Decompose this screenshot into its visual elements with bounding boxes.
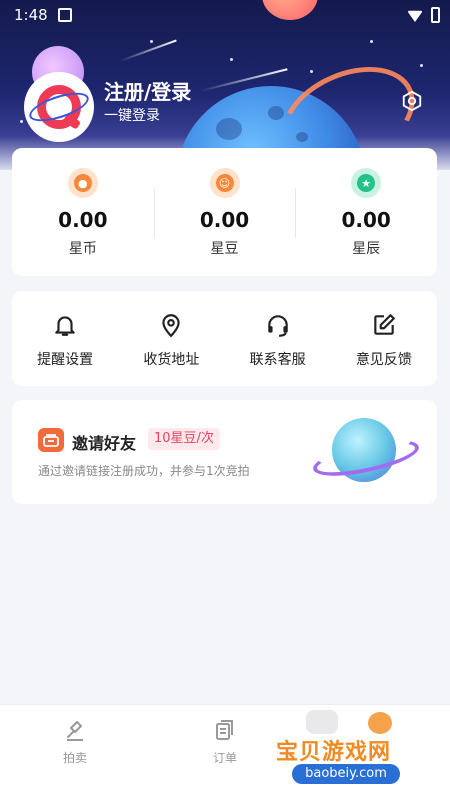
wallet-item-star-coin[interactable]: ● 0.00 星币 (12, 148, 154, 276)
edit-icon (370, 311, 398, 339)
star-decoration (230, 58, 233, 61)
nav-label: 订单 (212, 751, 237, 765)
star-decoration (150, 40, 153, 43)
nav-label: 拍卖 (62, 751, 87, 765)
battery-icon (431, 7, 440, 23)
status-time: 1:48 (14, 6, 48, 24)
bell-icon (51, 311, 79, 339)
wallet-label: 星辰 (352, 241, 381, 257)
wallet-card: ● 0.00 星币 ☺ 0.00 星豆 ★ 0.00 星辰 (12, 148, 437, 276)
nav-tab-auction[interactable]: 拍卖 (0, 705, 150, 800)
invite-description: 通过邀请链接注册成功，并参与1次竞拍 (38, 464, 250, 478)
wallet-label: 星币 (68, 241, 97, 257)
orders-icon (212, 717, 238, 743)
star-decoration (420, 64, 423, 67)
quick-menu-card: 提醒设置 收货地址 联系客服 意见反馈 (12, 291, 437, 386)
location-pin-icon (157, 311, 185, 339)
wifi-icon (407, 10, 423, 22)
status-icons (407, 7, 440, 23)
star-coin-icon: ● (67, 168, 98, 198)
wallet-item-star-dust[interactable]: ★ 0.00 星辰 (295, 148, 437, 276)
wallet-value: 0.00 (58, 208, 108, 232)
invite-reward-badge: 10星豆/次 (148, 428, 220, 450)
menu-item-feedback[interactable]: 意见反馈 (331, 291, 437, 386)
gamepad-icon (306, 710, 338, 734)
menu-item-shipping-address[interactable]: 收货地址 (118, 291, 224, 386)
watermark-url: baobeiy.com (292, 764, 400, 784)
menu-label: 意见反馈 (355, 352, 412, 368)
menu-label: 提醒设置 (37, 352, 94, 368)
invite-friends-card[interactable]: 邀请好友 10星豆/次 通过邀请链接注册成功，并参与1次竞拍 (12, 400, 437, 504)
site-watermark: 宝贝游戏网 baobeiy.com (272, 708, 442, 794)
wallet-value: 0.00 (341, 208, 391, 232)
wallet-label: 星豆 (210, 241, 239, 257)
status-bar: 1:48 (0, 0, 450, 32)
watermark-text: 宝贝游戏网 (276, 740, 392, 765)
menu-label: 联系客服 (249, 352, 306, 368)
one-click-login-link[interactable]: 一键登录 (104, 105, 160, 125)
wallet-value: 0.00 (199, 208, 250, 232)
profile-header: 1:48 注册/登录 一键登录 (0, 0, 450, 170)
star-decoration (20, 120, 23, 123)
wallet-item-star-bean[interactable]: ☺ 0.00 星豆 (153, 148, 296, 276)
login-register-link[interactable]: 注册/登录 (104, 76, 191, 105)
star-decoration (370, 40, 373, 43)
settings-button[interactable] (400, 89, 424, 113)
invite-title: 邀请好友 (72, 434, 137, 453)
star-decoration (310, 70, 313, 73)
invite-icon (38, 428, 64, 452)
notification-icon (58, 8, 72, 22)
auction-hammer-icon (62, 717, 88, 743)
settings-hexagon-icon (402, 90, 422, 112)
menu-item-reminder-settings[interactable]: 提醒设置 (12, 291, 118, 386)
bear-icon (368, 712, 392, 734)
headset-icon (264, 311, 292, 339)
avatar[interactable] (24, 72, 94, 142)
shooting-star-decoration (119, 39, 177, 62)
menu-item-customer-service[interactable]: 联系客服 (225, 291, 331, 386)
star-dust-icon: ★ (351, 168, 382, 198)
star-bean-icon: ☺ (209, 168, 240, 198)
menu-label: 收货地址 (143, 352, 200, 368)
